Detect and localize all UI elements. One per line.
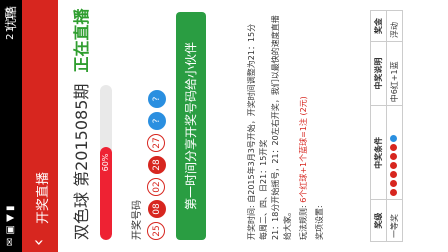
- live-badge: 正在直播: [72, 8, 91, 73]
- pending-ball: ?: [148, 90, 166, 108]
- red-dot-icon: [390, 171, 397, 179]
- header-prize: 奖金: [370, 10, 387, 42]
- stop-sale-text: 21：18分开始摇号，21：20左右开奖，我们以最快的速度直播给大家。: [271, 15, 292, 240]
- blue-dot-icon: [390, 135, 397, 143]
- red-dot-icon: [390, 189, 397, 197]
- draw-ball: 27: [147, 134, 165, 152]
- red-dot-icon: [390, 180, 397, 188]
- info-panel: 开奖时间: 自2015年3月3号开始，开奖时间调整为21：15分 每周二、四、日…: [240, 0, 448, 252]
- table-row: 一等奖 中6红+1蓝 浮动: [386, 10, 403, 242]
- header-description: 中奖说明: [370, 41, 387, 106]
- table-header-row: 奖级 中奖条件 中奖说明 奖金: [370, 10, 387, 242]
- red-dot-icon: [390, 144, 397, 152]
- draw-ball: 25: [147, 222, 165, 240]
- back-arrow-icon[interactable]: ‹: [28, 239, 49, 246]
- pending-ball: ?: [148, 112, 166, 130]
- draw-balls: 25 08 02 28 27??: [144, 86, 166, 240]
- time-label: 开奖时间:: [247, 205, 256, 240]
- draw-ball: 02: [147, 178, 165, 196]
- lottery-name: 双色球: [72, 191, 91, 240]
- page-title: 开奖直播: [36, 171, 51, 224]
- prize-setting-label: 奖项设置:: [315, 205, 324, 240]
- red-dot-icon: [390, 162, 397, 170]
- red-dot-icon: [390, 153, 397, 161]
- progress-label: 60%: [101, 153, 110, 172]
- draw-info: 开奖时间: 自2015年3月3号开始，开奖时间调整为21：15分 每周二、四、日…: [246, 8, 326, 240]
- watermark: 优酷: [4, 6, 18, 31]
- prize-table: 奖级 中奖条件 中奖说明 奖金 一等奖 中6红+1蓝 浮动: [370, 10, 403, 242]
- issue-number: 第2015085期: [72, 83, 91, 187]
- phone-screen: ✉ ▣ ▼ ▮ 21:18 ‹ 开奖直播 双色球 第2015085期 正在直播 …: [0, 0, 448, 252]
- share-button[interactable]: 第一时间分享开奖号码给小伙伴: [176, 12, 206, 240]
- cell-description: 中6红+1蓝: [386, 41, 403, 106]
- cell-prize: 浮动: [386, 10, 403, 42]
- status-bar: ✉ ▣ ▼ ▮ 21:18: [0, 0, 22, 252]
- cell-condition-dots: [386, 105, 403, 200]
- headline: 双色球 第2015085期 正在直播: [68, 0, 92, 240]
- cell-level: 一等奖: [386, 199, 403, 242]
- rules-label: 玩法规则:: [299, 205, 308, 240]
- header-level: 奖级: [370, 199, 387, 242]
- status-icons: ✉ ▣ ▼ ▮: [5, 205, 16, 246]
- rules-value: 6个红球+1个蓝球=1注 (2元): [299, 96, 308, 203]
- draw-numbers-label: 开奖号码: [132, 200, 143, 240]
- draw-progress-bar: 60%: [100, 85, 112, 240]
- draw-ball: 08: [148, 200, 166, 218]
- time-value: 自2015年3月3号开始，开奖时间调整为21：15分: [247, 23, 256, 203]
- draw-panel: 双色球 第2015085期 正在直播 60% 开奖号码 25 08 02 28 27??…: [58, 0, 240, 252]
- title-bar: ‹ 开奖直播: [22, 0, 58, 252]
- header-condition: 中奖条件: [370, 105, 387, 200]
- draw-ball: 28: [148, 156, 166, 174]
- schedule-text: 每周二、四、日21：15开奖: [259, 139, 268, 240]
